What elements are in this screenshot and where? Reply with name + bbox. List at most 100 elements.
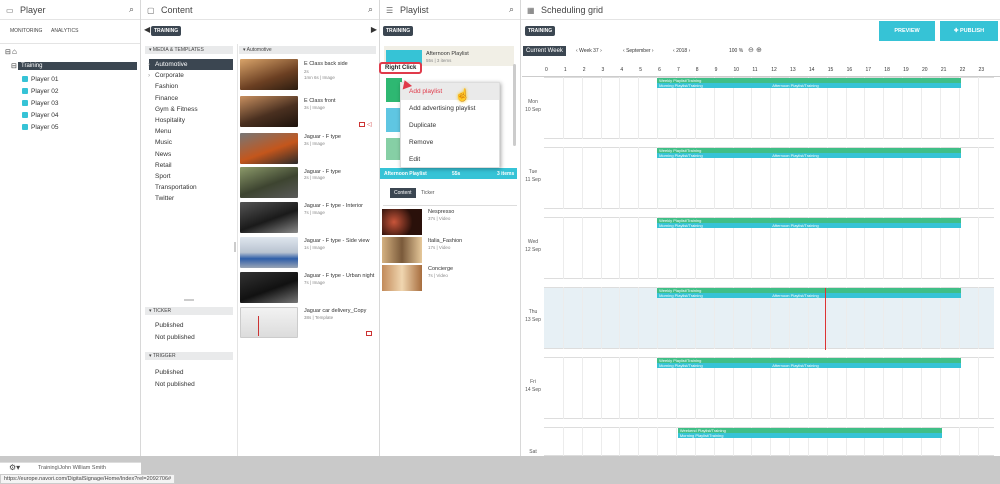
hour-label: 19 — [903, 67, 909, 73]
tree-group-training[interactable]: Training — [18, 62, 137, 70]
playlist-header: ☰ Playlist ⌕ — [380, 0, 520, 20]
menu-item-add-advertising-playlist[interactable]: Add advertising playlist — [401, 100, 499, 117]
menu-item-duplicate[interactable]: Duplicate — [401, 117, 499, 134]
month-selector[interactable]: ‹ September › — [623, 48, 654, 54]
menu-item-remove[interactable]: Remove — [401, 134, 499, 151]
training-badge[interactable]: TRAINING — [151, 26, 182, 36]
splitter-handle[interactable] — [184, 299, 194, 301]
schedule-bar-morning[interactable]: Morning Playlist/Training — [657, 153, 771, 158]
status-url: https://europe.navori.com/DigitalSignage… — [0, 474, 176, 484]
tab-monitoring[interactable]: MONITORING — [10, 28, 42, 34]
training-badge[interactable]: TRAINING — [383, 26, 414, 36]
ticker-not-published[interactable]: Not published — [155, 334, 195, 341]
player-item[interactable]: Player 01 — [22, 74, 58, 86]
trigger-not-published[interactable]: Not published — [155, 381, 195, 388]
hour-label: 20 — [922, 67, 928, 73]
hour-label: 2 — [582, 67, 586, 73]
schedule-bar-morning[interactable]: Morning Playlist/Training — [657, 293, 771, 298]
ticker-header[interactable]: ▾ TICKER — [145, 307, 233, 315]
schedule-bar-afternoon[interactable]: Afternoon Playlist/Training — [770, 293, 961, 298]
player-item[interactable]: Player 04 — [22, 110, 58, 122]
category-item[interactable]: Retail — [149, 160, 233, 171]
search-icon[interactable]: ⌕ — [129, 4, 134, 15]
category-item[interactable]: Finance — [149, 93, 233, 104]
category-item[interactable]: Sport — [149, 171, 233, 182]
playlist-title: Playlist — [400, 5, 429, 15]
schedule-bar-afternoon[interactable]: Afternoon Playlist/Training — [770, 223, 961, 228]
collapse-left-icon[interactable]: ◀ — [144, 25, 150, 34]
category-item[interactable]: Menu — [149, 126, 233, 137]
tab-analytics[interactable]: ANALYTICS — [51, 28, 78, 34]
hour-label: 23 — [978, 67, 985, 73]
content-thumbnail[interactable] — [240, 307, 298, 338]
expand-right-icon[interactable]: ▶ — [371, 25, 377, 34]
current-week-button[interactable]: Current Week — [523, 46, 566, 56]
schedule-bar-morning[interactable]: Morning Playlist/Training — [677, 433, 942, 438]
ticker-published[interactable]: Published — [155, 322, 184, 329]
category-item[interactable]: News — [149, 149, 233, 160]
category-item[interactable]: Transportation — [149, 182, 233, 193]
group-collapse-icon[interactable]: ⊟ — [11, 62, 17, 70]
content-thumbnail[interactable] — [240, 272, 298, 303]
year-selector[interactable]: ‹ 2018 › — [673, 48, 690, 54]
content-thumbnail[interactable] — [240, 59, 298, 90]
content-thumbnail[interactable] — [240, 133, 298, 164]
schedule-bar-morning[interactable]: Morning Playlist/Training — [657, 363, 771, 368]
zoom-in-icon[interactable]: ⊕ — [756, 46, 762, 54]
schedule-bar-morning[interactable]: Morning Playlist/Training — [657, 83, 771, 88]
monitor-icon: ▭ — [6, 6, 14, 15]
home-icon: ⌂ — [12, 47, 17, 56]
search-icon[interactable]: ⌕ — [368, 4, 373, 15]
media-templates-header[interactable]: ▾ MEDIA & TEMPLATES — [145, 46, 233, 54]
monitor-alert-icon[interactable] — [366, 331, 372, 336]
playlist-content-meta: 7s | Video — [428, 273, 448, 278]
scrollbar[interactable] — [513, 64, 516, 146]
playlist-content-thumbnail[interactable] — [382, 265, 422, 291]
training-badge[interactable]: TRAINING — [525, 26, 556, 36]
content-thumbnail[interactable] — [240, 167, 298, 198]
content-thumbnail[interactable] — [240, 202, 298, 233]
player-item[interactable]: Player 02 — [22, 86, 58, 98]
selected-playlist-bar[interactable]: Afternoon Playlist 55s 3 items — [380, 168, 517, 179]
hour-label: 4 — [620, 67, 624, 73]
trigger-header[interactable]: ▾ TRIGGER — [145, 352, 233, 360]
monitor-alert-icon[interactable] — [359, 122, 365, 127]
zoom-out-icon[interactable]: ⊖ — [748, 46, 754, 54]
menu-item-add-playlist[interactable]: Add playlist — [401, 83, 499, 100]
player-status-icon — [22, 88, 28, 94]
schedule-bar-morning[interactable]: Morning Playlist/Training — [657, 223, 771, 228]
splitter-handle[interactable] — [234, 242, 236, 252]
category-item[interactable]: Twitter — [149, 193, 233, 204]
tab-content[interactable]: Content — [390, 188, 416, 198]
category-item[interactable]: Hospitality — [149, 115, 233, 126]
content-item-meta: 1s | Image — [304, 245, 325, 250]
tree-collapse-icon[interactable]: ⊟ — [5, 48, 11, 56]
player-item[interactable]: Player 05 — [22, 122, 58, 134]
schedule-bar-afternoon[interactable]: Afternoon Playlist/Training — [770, 153, 961, 158]
hour-label: 15 — [827, 67, 834, 73]
category-item[interactable]: › Corporate — [148, 70, 233, 81]
player-header: ▭ Player ⌕ — [0, 0, 140, 20]
search-icon[interactable]: ⌕ — [509, 4, 514, 15]
schedule-bar-afternoon[interactable]: Afternoon Playlist/Training — [770, 83, 961, 88]
content-title: Content — [161, 5, 193, 15]
category-item[interactable]: Fashion — [149, 81, 233, 92]
chevron-right-icon: › — [148, 72, 151, 80]
player-status-icon — [22, 100, 28, 106]
playlist-content-thumbnail[interactable] — [382, 237, 422, 263]
gear-icon[interactable]: ⚙▾ — [9, 463, 20, 472]
schedule-bar-afternoon[interactable]: Afternoon Playlist/Training — [770, 363, 961, 368]
category-item[interactable]: › Automotive — [148, 59, 233, 71]
speaker-muted-icon[interactable]: ◁ — [367, 121, 372, 128]
playlist-content-thumbnail[interactable] — [382, 209, 422, 235]
content-thumbnail[interactable] — [240, 96, 298, 127]
week-selector[interactable]: ‹ Week 37 › — [576, 48, 602, 54]
category-item[interactable]: Music — [149, 137, 233, 148]
tab-ticker[interactable]: Ticker — [421, 190, 434, 196]
category-item[interactable]: Gym & Fitness — [149, 104, 233, 115]
menu-item-edit[interactable]: Edit — [401, 151, 499, 168]
player-item[interactable]: Player 03 — [22, 98, 58, 110]
content-thumbnail[interactable] — [240, 237, 298, 268]
trigger-published[interactable]: Published — [155, 369, 184, 376]
calendar-icon: ▦ — [527, 6, 535, 15]
